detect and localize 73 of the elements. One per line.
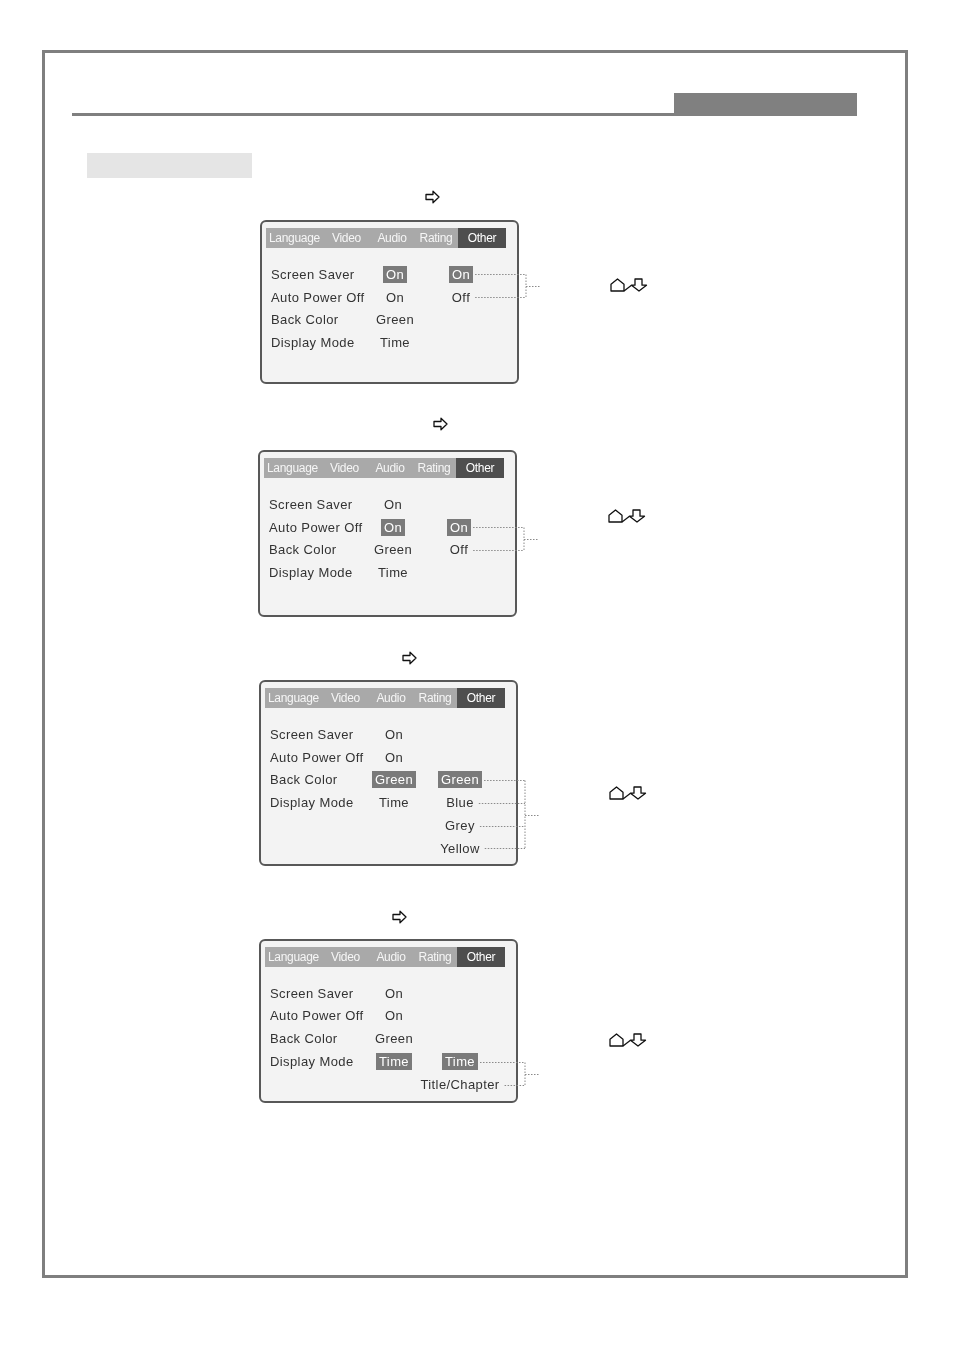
up-down-arrows-icon [609,786,647,800]
setting-label: Back Color [270,771,339,789]
menu-tab[interactable]: Language [265,688,322,708]
bracket-connector [474,274,541,298]
menu-tab[interactable]: Video [321,458,368,478]
setting-value[interactable]: Green [371,771,417,789]
menu-tab[interactable]: Other [458,228,506,248]
setting-value[interactable]: Green [371,1030,417,1048]
menu-tab[interactable]: Video [322,946,369,967]
bracket-connector [478,780,540,849]
option-item[interactable]: Blue [443,794,477,812]
setting-value[interactable]: On [382,265,408,283]
right-arrow-icon [402,651,417,665]
setting-label: Screen Saver [269,495,354,513]
setting-label: Screen Saver [270,725,355,743]
menu-tab[interactable]: Audio [370,228,414,248]
menu-tab[interactable]: Other [457,946,505,967]
setting-label: Display Mode [270,1053,355,1071]
up-down-arrows-icon [609,1032,647,1047]
option-item[interactable]: Green [437,771,483,789]
option-item[interactable]: Off [448,288,474,306]
menu-tab[interactable]: Other [457,688,505,708]
setting-label: Back Color [269,541,338,559]
setting-value[interactable]: Time [376,1053,412,1071]
right-arrow-icon [433,417,448,431]
menu-tab[interactable]: Rating [413,688,457,708]
setting-value[interactable]: Time [375,564,411,582]
option-item[interactable]: Title/Chapter [417,1075,503,1093]
menu-tab[interactable]: Audio [369,688,413,708]
option-item[interactable]: Yellow [437,839,483,857]
menu-tab[interactable]: Audio [369,946,413,967]
setting-label: Screen Saver [271,265,356,283]
option-item[interactable]: On [446,518,472,536]
option-item[interactable]: On [448,265,474,283]
menu-tab[interactable]: Language [264,458,321,478]
option-item[interactable]: Time [442,1053,478,1071]
setting-label: Back Color [270,1030,339,1048]
option-item[interactable]: Grey [442,817,478,835]
menu-tab[interactable]: Rating [412,458,456,478]
setting-label: Back Color [271,311,340,329]
setting-value[interactable]: On [382,288,408,306]
menu-tab[interactable]: Other [456,458,504,478]
setting-label: Display Mode [270,794,355,812]
setting-value[interactable]: On [380,495,406,513]
setting-value[interactable]: Time [377,334,413,352]
setting-value[interactable]: Time [376,794,412,812]
right-arrow-icon [392,909,407,924]
setting-value[interactable]: Green [372,311,418,329]
up-down-arrows-icon [608,509,646,523]
setting-value[interactable]: On [381,984,407,1002]
setting-label: Screen Saver [270,984,355,1002]
right-arrow-icon [425,190,440,204]
setting-label: Display Mode [269,564,354,582]
setting-label: Auto Power Off [271,288,366,306]
setting-label: Auto Power Off [270,748,365,766]
menu-tab[interactable]: Rating [414,228,458,248]
menu-tab[interactable]: Language [266,228,323,248]
setting-value[interactable]: On [380,518,406,536]
menu-tab[interactable]: Rating [413,946,457,967]
menu-tab[interactable]: Language [265,946,322,967]
setting-value[interactable]: On [381,1007,407,1025]
setting-value[interactable]: On [381,748,407,766]
setting-label: Display Mode [271,334,356,352]
setting-label: Auto Power Off [270,1007,365,1025]
up-down-arrows-icon [610,278,648,292]
option-item[interactable]: Off [446,541,472,559]
setting-label: Auto Power Off [269,518,364,536]
menu-tab[interactable]: Audio [368,458,412,478]
menu-tab[interactable]: Video [322,688,369,708]
setting-value[interactable]: Green [370,541,416,559]
setting-value[interactable]: On [381,725,407,743]
bracket-connector [472,527,539,551]
menu-tab[interactable]: Video [323,228,370,248]
